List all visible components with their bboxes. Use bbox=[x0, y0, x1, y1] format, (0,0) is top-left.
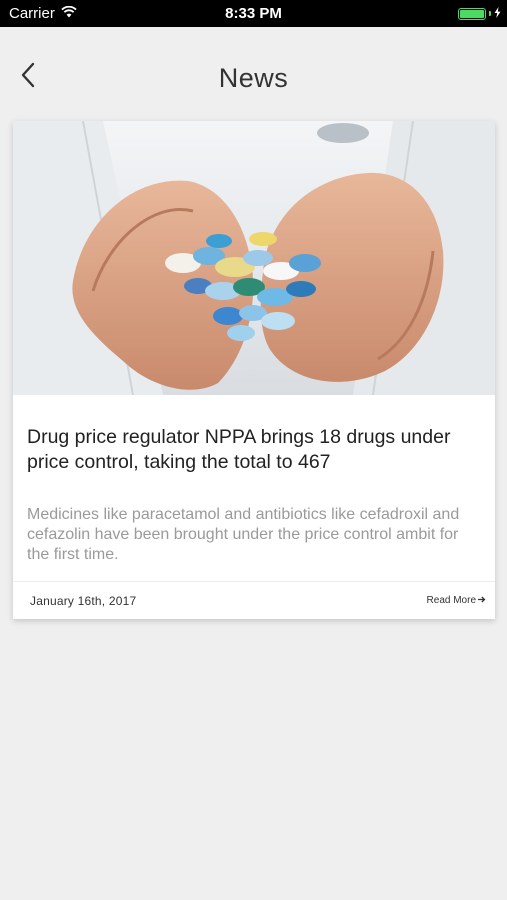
news-card[interactable]: Drug price regulator NPPA brings 18 drug… bbox=[13, 121, 495, 619]
charging-bolt-icon bbox=[494, 5, 501, 22]
card-footer: January 16th, 2017 Read More bbox=[13, 581, 495, 619]
status-left: Carrier bbox=[9, 5, 77, 22]
article-image bbox=[13, 121, 495, 395]
status-bar: Carrier 8:33 PM bbox=[0, 0, 507, 27]
read-more-link[interactable]: Read More bbox=[427, 595, 486, 606]
nav-bar: News bbox=[0, 27, 507, 127]
arrow-right-icon bbox=[478, 595, 486, 606]
card-body: Drug price regulator NPPA brings 18 drug… bbox=[13, 395, 495, 565]
back-button[interactable] bbox=[14, 61, 42, 93]
battery-tip bbox=[489, 11, 491, 16]
battery-fill bbox=[460, 9, 484, 18]
battery-icon bbox=[458, 7, 486, 20]
wifi-icon bbox=[61, 5, 77, 22]
page-title: News bbox=[218, 62, 289, 93]
read-more-label: Read More bbox=[426, 595, 476, 606]
carrier-label: Carrier bbox=[9, 5, 55, 22]
article-excerpt: Medicines like paracetamol and antibioti… bbox=[27, 506, 460, 563]
article-headline[interactable]: Drug price regulator NPPA brings 18 drug… bbox=[27, 425, 481, 475]
status-right bbox=[458, 5, 501, 22]
chevron-left-icon bbox=[20, 62, 36, 93]
article-date: January 16th, 2017 bbox=[30, 593, 137, 608]
